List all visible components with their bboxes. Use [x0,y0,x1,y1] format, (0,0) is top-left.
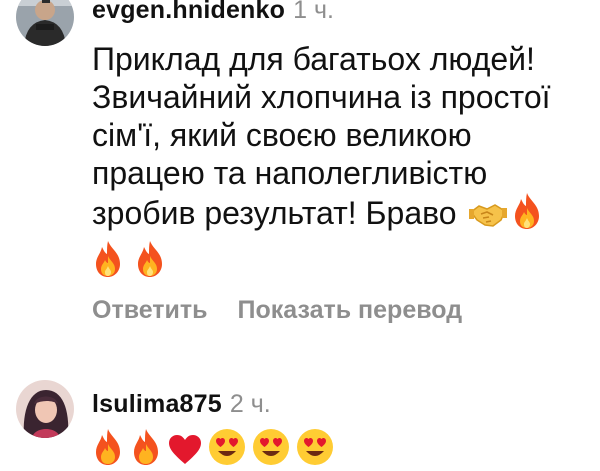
reply-button[interactable]: Ответить [92,296,208,324]
timestamp: 2 ч. [229,390,271,418]
comment-line: сім'ї, який своєю великою [92,117,472,153]
comment-item: evgen.hnidenko 1 ч. Приклад для багатьох … [0,0,600,340]
red-heart-emoji [168,434,202,471]
comment-item: lsulima875 2 ч. [0,370,600,465]
comment-header: evgen.hnidenko 1 ч. [92,0,334,25]
username[interactable]: evgen.hnidenko [92,0,285,24]
avatar-image [16,380,74,438]
avatar-image [16,0,74,46]
comment-text: Приклад для багатьох людей! Звичайний хл… [92,40,551,286]
show-translation-button[interactable]: Показать перевод [238,296,463,324]
comment-line: працею та наполегливістю [92,155,488,191]
fire-emoji [511,192,543,238]
fire-emoji [92,240,124,286]
comment-actions: Ответить Показать перевод [92,296,462,325]
comment-line-with-emojis: зробив результат! Браво [92,192,551,238]
timestamp: 1 ч. [293,0,334,24]
comment-emoji-line [92,240,551,286]
avatar[interactable] [16,0,74,46]
comment-line: Приклад для багатьох людей! [92,41,535,77]
comment-line: Звичайний хлопчина із простої [92,79,551,115]
comment-line: зробив результат! Браво [92,195,457,231]
comment-header: lsulima875 2 ч. [92,390,271,419]
handshake-emoji [469,200,508,238]
avatar[interactable] [16,380,74,438]
username[interactable]: lsulima875 [92,390,222,418]
fire-emoji [134,240,166,286]
